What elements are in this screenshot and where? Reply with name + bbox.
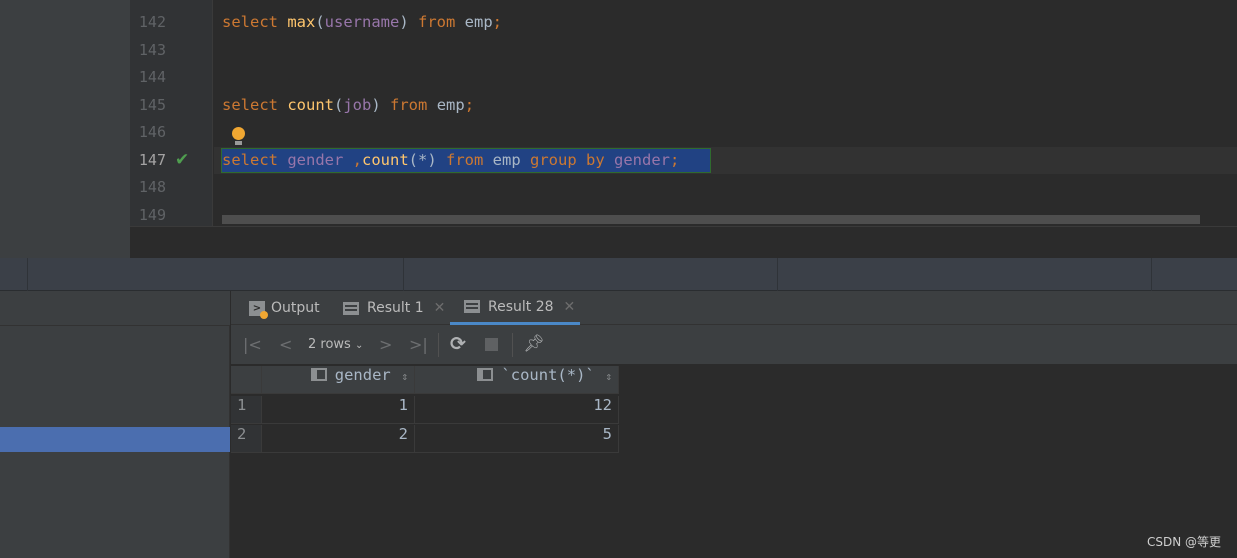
services-bar xyxy=(0,258,1237,291)
table-icon xyxy=(343,301,359,315)
code-token: from xyxy=(418,13,465,31)
pin-icon[interactable]: 📌︎ xyxy=(523,325,545,364)
code-token: emp xyxy=(436,95,465,114)
row-number: 1 xyxy=(231,396,262,424)
table-cell: 1 xyxy=(262,396,415,424)
code-token: ) xyxy=(371,95,391,114)
next-page-icon[interactable]: > xyxy=(379,325,392,364)
code-token: gender xyxy=(287,150,353,169)
code-token: gender xyxy=(614,150,670,169)
cell-text: 2 xyxy=(237,424,247,443)
code-line[interactable]: select count(job) from emp; xyxy=(222,92,474,119)
code-line[interactable]: select max(username) from emp; xyxy=(222,9,502,36)
code-token: count xyxy=(362,150,409,169)
table-cell: 2 xyxy=(262,424,415,453)
lightbulb-icon[interactable] xyxy=(232,127,246,145)
prev-page-icon[interactable]: < xyxy=(279,325,292,364)
services-tree xyxy=(0,291,230,558)
code-token: ( xyxy=(334,95,344,114)
column-header[interactable]: `count(*)` ⇕ xyxy=(415,366,619,394)
code-line[interactable]: select gender ,count(*) from emp group b… xyxy=(222,147,679,174)
cell-text: `count(*)` xyxy=(501,366,595,384)
sort-icon[interactable]: ⇕ xyxy=(395,370,408,383)
code-token: ) xyxy=(399,13,418,31)
left-panel xyxy=(0,0,130,258)
line-number: 143 xyxy=(138,40,166,59)
code-token: max xyxy=(287,13,316,31)
check-icon: ✔ xyxy=(175,150,190,170)
column-header[interactable]: gender ⇕ xyxy=(262,366,415,394)
cell-text: 1 xyxy=(237,396,247,414)
code-token: select xyxy=(222,150,288,169)
code-token: ; xyxy=(492,13,503,31)
services-tree-header xyxy=(0,291,230,326)
rows-dropdown[interactable]: 2 rows ⌄ xyxy=(308,325,363,364)
code-token: from xyxy=(446,150,493,169)
table-icon xyxy=(464,300,480,313)
sort-icon[interactable]: ⇕ xyxy=(599,370,612,383)
editor-bottom xyxy=(130,226,1237,258)
cell-text: 2 xyxy=(398,424,408,443)
code-token: select xyxy=(222,13,288,31)
cell-text: gender xyxy=(334,366,391,384)
cell-text: 12 xyxy=(593,396,612,414)
code-token: ; xyxy=(670,150,680,169)
last-page-icon[interactable]: >| xyxy=(409,325,428,364)
results-tabs: > Output Result 1 ✕ Result 28 ✕ xyxy=(231,291,1237,325)
cell-text: 5 xyxy=(602,424,612,443)
tab-output[interactable]: > Output xyxy=(249,291,320,325)
code-token: emp xyxy=(464,13,493,31)
code-token: , xyxy=(352,150,362,169)
table-cell: 12 xyxy=(415,396,619,424)
code-token: count xyxy=(287,95,334,114)
watermark: CSDN @等更 xyxy=(1146,535,1221,549)
line-number: 146 xyxy=(138,123,166,141)
tab-result-1[interactable]: Result 1 ✕ xyxy=(343,291,445,325)
code-token: from xyxy=(390,95,437,114)
code-token: job xyxy=(343,95,372,114)
column-icon xyxy=(310,368,327,381)
row-number-header xyxy=(231,366,262,394)
tab-result-28[interactable]: Result 28 ✕ xyxy=(450,291,580,325)
line-number: 142 xyxy=(138,13,166,31)
code-token: ( xyxy=(315,13,325,31)
horizontal-scrollbar[interactable] xyxy=(222,215,1200,224)
column-icon xyxy=(477,368,494,381)
line-number: 145 xyxy=(138,95,166,114)
close-icon[interactable]: ✕ xyxy=(434,291,446,325)
line-number: 144 xyxy=(138,68,166,86)
code-token: emp xyxy=(492,150,530,169)
results-toolbar: |< < 2 rows ⌄ > >| ⟳ 📌︎ xyxy=(231,325,1237,364)
console-icon: > xyxy=(249,300,268,319)
code-token: ; xyxy=(464,95,475,114)
first-page-icon[interactable]: |< xyxy=(243,325,262,364)
refresh-icon[interactable]: ⟳ xyxy=(450,325,466,364)
code-token: select xyxy=(222,95,288,114)
services-tree-selected-item[interactable] xyxy=(0,427,230,452)
row-number: 2 xyxy=(231,424,262,453)
line-number: 148 xyxy=(138,178,166,196)
chevron-down-icon: ⌄ xyxy=(354,340,364,351)
table-cell: 5 xyxy=(415,424,619,453)
cell-text: 1 xyxy=(398,396,408,414)
code-token: (*) xyxy=(408,150,446,169)
line-number: 147 xyxy=(138,150,166,169)
line-number: 149 xyxy=(138,205,166,224)
close-icon[interactable]: ✕ xyxy=(564,290,576,324)
code-token: username xyxy=(324,13,400,31)
code-token: group by xyxy=(530,150,614,169)
stop-icon[interactable] xyxy=(485,338,498,351)
